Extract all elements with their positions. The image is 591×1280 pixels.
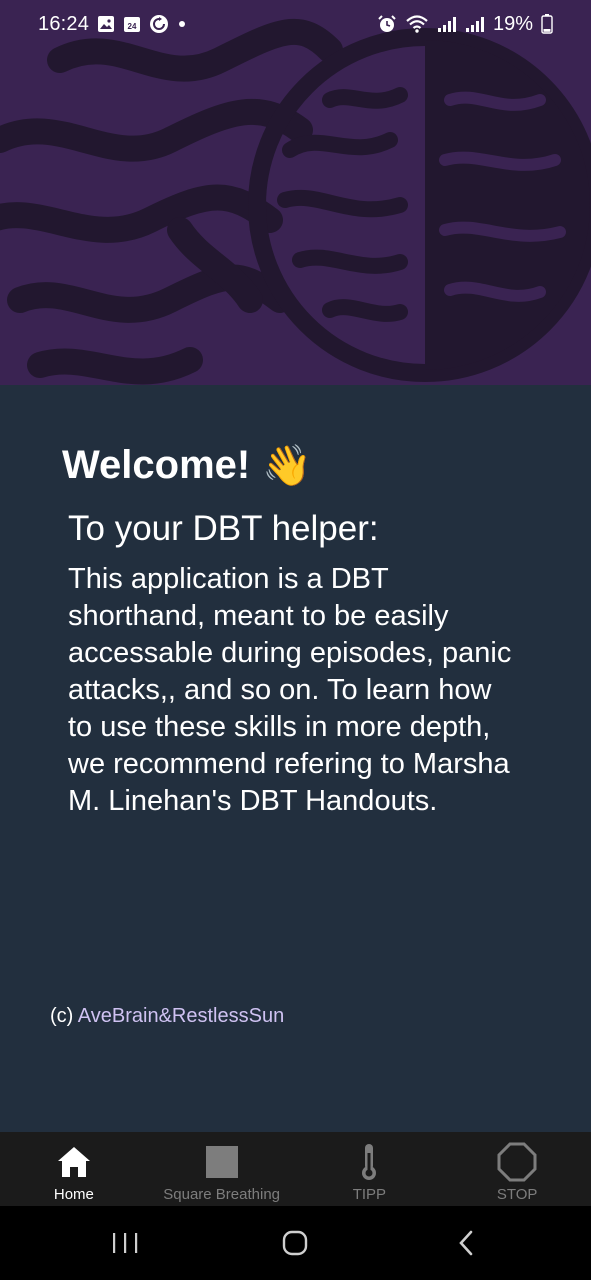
home-circle-icon xyxy=(283,1230,308,1256)
credit-link[interactable]: AveBrain&RestlessSun xyxy=(78,1005,284,1027)
system-navigation-bar xyxy=(0,1206,591,1280)
thermometer-icon xyxy=(359,1142,379,1182)
home-icon xyxy=(56,1142,92,1182)
nav-item-stop[interactable]: STOP xyxy=(443,1132,591,1206)
nav-item-square-breathing[interactable]: Square Breathing xyxy=(148,1132,296,1206)
waving-hand-icon: 👋 xyxy=(262,443,313,488)
calendar-day: 24 xyxy=(128,22,137,31)
nav-item-home[interactable]: Home xyxy=(0,1132,148,1206)
credit-prefix: (c) xyxy=(50,1005,78,1027)
square-icon xyxy=(205,1142,239,1182)
calendar-icon: 24 xyxy=(123,15,141,33)
description-text: This application is a DBT shorthand, mea… xyxy=(68,563,512,817)
recent-apps-button[interactable] xyxy=(95,1213,155,1273)
wifi-icon xyxy=(405,14,429,34)
home-system-button[interactable] xyxy=(265,1213,325,1273)
welcome-section: Welcome! 👋 To your DBT helper: This appl… xyxy=(0,385,591,1132)
battery-icon xyxy=(541,14,553,34)
octagon-icon xyxy=(497,1142,537,1182)
welcome-heading: Welcome! 👋 xyxy=(62,443,312,488)
dot-icon xyxy=(177,19,187,29)
status-time: 16:24 xyxy=(38,12,90,35)
gallery-icon xyxy=(97,15,115,33)
nav-item-tipp[interactable]: TIPP xyxy=(296,1132,444,1206)
credit-line: (c) AveBrain&RestlessSun xyxy=(50,1005,284,1028)
battery-percent: 19% xyxy=(492,12,533,35)
bottom-navigation: Home Square Breathing TIPP STOP xyxy=(0,1132,591,1206)
subtitle: To your DBT helper: xyxy=(68,509,379,548)
back-chevron-icon xyxy=(459,1230,473,1256)
hero-banner xyxy=(0,0,591,385)
back-button[interactable] xyxy=(436,1213,496,1273)
nav-label-home: Home xyxy=(53,1186,94,1203)
recent-apps-icon xyxy=(113,1233,138,1253)
status-right: 19% xyxy=(377,13,553,36)
signal-icon xyxy=(437,15,457,33)
signal-icon xyxy=(465,15,485,33)
alarm-icon xyxy=(377,14,397,34)
welcome-title: Welcome! xyxy=(62,443,251,487)
brain-pattern-art xyxy=(0,18,591,385)
status-left: 16:24 24 xyxy=(38,13,187,36)
nav-label-tipp: TIPP xyxy=(352,1186,387,1203)
nav-label-stop: STOP xyxy=(496,1186,538,1203)
sync-icon xyxy=(149,14,169,34)
nav-label-square-breathing: Square Breathing xyxy=(163,1186,280,1203)
status-bar: 16:24 24 19% xyxy=(0,0,591,48)
